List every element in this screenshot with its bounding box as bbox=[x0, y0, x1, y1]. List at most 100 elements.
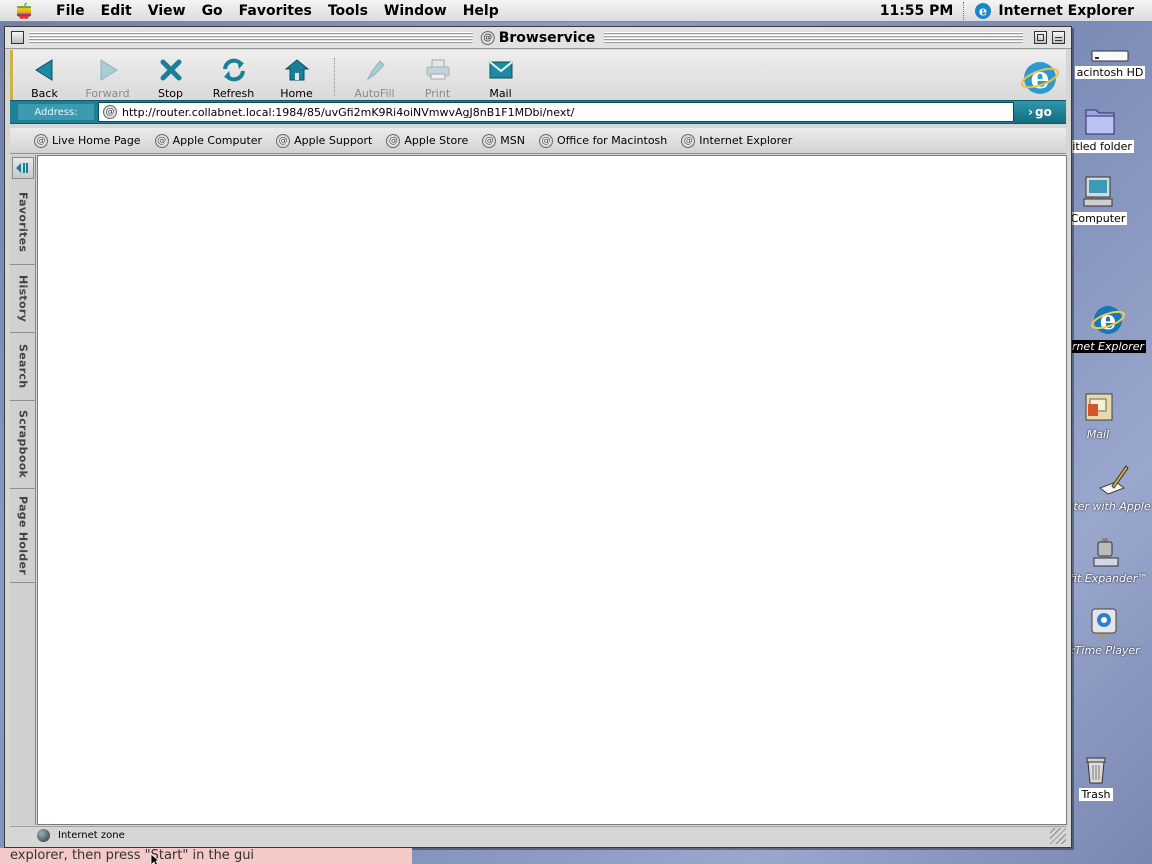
home-icon bbox=[283, 56, 311, 84]
hard-disk-icon bbox=[1091, 50, 1129, 62]
window-title-bar[interactable]: @ Browservice bbox=[5, 27, 1071, 49]
caption-text: explorer, then press "Start" in the gui bbox=[0, 848, 412, 864]
tab-scrapbook[interactable]: Scrapbook bbox=[10, 401, 36, 489]
at-icon: @ bbox=[34, 133, 48, 148]
favorite-link-label: Internet Explorer bbox=[699, 134, 793, 147]
favorites-bar: @ Live Home Page @ Apple Computer @ Appl… bbox=[10, 128, 1066, 154]
svg-text:e: e bbox=[1100, 306, 1117, 336]
internet-explorer-logo-icon[interactable]: e bbox=[1020, 58, 1060, 102]
menu-favorites[interactable]: Favorites bbox=[231, 0, 320, 22]
go-button[interactable]: › go bbox=[1014, 101, 1066, 123]
menu-edit[interactable]: Edit bbox=[93, 0, 140, 22]
menu-window[interactable]: Window bbox=[376, 0, 455, 22]
favorite-link[interactable]: @ Office for Macintosh bbox=[538, 133, 668, 148]
active-app-name: Internet Explorer bbox=[998, 2, 1134, 19]
page-content-area[interactable] bbox=[37, 155, 1067, 825]
favorite-link[interactable]: @ Internet Explorer bbox=[681, 133, 793, 148]
go-chevron-icon: › bbox=[1028, 105, 1034, 119]
address-url-text: http://router.collabnet.local:1984/85/uv… bbox=[122, 105, 575, 119]
svg-text:e: e bbox=[979, 4, 987, 19]
refresh-button-label: Refresh bbox=[212, 87, 255, 100]
favorite-link-label: Apple Support bbox=[294, 134, 373, 147]
computer-icon bbox=[1083, 176, 1113, 207]
tab-scrapbook-label: Scrapbook bbox=[16, 410, 30, 479]
menu-clock[interactable]: 11:55 PM bbox=[870, 3, 964, 19]
quicktime-icon bbox=[1091, 608, 1117, 638]
window-collapse-button[interactable] bbox=[1052, 31, 1065, 44]
tab-history-label: History bbox=[16, 274, 30, 323]
svg-text:e: e bbox=[1030, 61, 1049, 96]
favorite-link-label: Apple Store bbox=[404, 134, 469, 147]
window-title: @ Browservice bbox=[472, 28, 604, 48]
register-pen-icon bbox=[1098, 465, 1129, 495]
desktop-icon-quicktime[interactable]: kTime Player bbox=[1062, 606, 1146, 657]
application-menu[interactable]: e Internet Explorer bbox=[964, 2, 1152, 20]
home-button-label: Home bbox=[280, 87, 313, 100]
favorite-link-label: MSN bbox=[500, 134, 525, 147]
menu-bar-right: 11:55 PM e Internet Explorer bbox=[870, 0, 1152, 22]
mail-envelope-icon bbox=[487, 56, 515, 84]
favorite-link[interactable]: @ Apple Computer bbox=[154, 133, 263, 148]
stop-x-icon bbox=[157, 56, 185, 84]
favorite-link-label: Apple Computer bbox=[172, 134, 263, 147]
tab-page-holder-label: Page Holder bbox=[16, 496, 30, 575]
menu-view[interactable]: View bbox=[140, 0, 194, 22]
desktop-icon-label: ffit Expander™ bbox=[1066, 572, 1148, 585]
window-zoom-button[interactable] bbox=[1034, 31, 1047, 44]
menu-file[interactable]: File bbox=[48, 0, 93, 22]
autofill-button-label: AutoFill bbox=[354, 87, 395, 100]
internet-explorer-icon: e bbox=[1090, 306, 1126, 336]
favorite-link[interactable]: @ MSN bbox=[482, 133, 525, 148]
menu-help[interactable]: Help bbox=[455, 0, 507, 22]
window-close-button[interactable] bbox=[11, 31, 24, 44]
menu-bar: File Edit View Go Favorites Tools Window… bbox=[0, 0, 1152, 22]
favorite-link[interactable]: @ Live Home Page bbox=[34, 133, 141, 148]
go-button-label: go bbox=[1035, 105, 1052, 119]
at-icon: @ bbox=[276, 133, 291, 148]
explorer-sidebar: Favorites History Search Scrapbook Page … bbox=[10, 155, 36, 825]
desktop-icon-label: ter with Apple bbox=[1073, 500, 1151, 513]
address-input[interactable]: @ http://router.collabnet.local:1984/85/… bbox=[98, 102, 1014, 122]
internet-explorer-icon: e bbox=[975, 2, 992, 19]
favorite-link[interactable]: @ Apple Support bbox=[276, 133, 373, 148]
explorer-bar-toggle-button[interactable] bbox=[12, 157, 34, 179]
at-icon: @ bbox=[386, 133, 401, 148]
menu-tools[interactable]: Tools bbox=[320, 0, 376, 22]
tab-favorites[interactable]: Favorites bbox=[10, 181, 36, 265]
desktop-icon-label: acintosh HD bbox=[1074, 66, 1146, 79]
desktop-icon-hard-disk[interactable]: acintosh HD bbox=[1068, 48, 1152, 79]
browser-window: @ Browservice Back Forward Stop Refresh … bbox=[4, 26, 1072, 848]
back-arrow-icon bbox=[31, 56, 59, 84]
tab-favorites-label: Favorites bbox=[16, 192, 30, 253]
mouse-pointer-icon bbox=[150, 852, 161, 864]
desktop-icon-internet-explorer[interactable]: e rnet Explorer bbox=[1066, 302, 1150, 353]
autofill-pen-icon bbox=[361, 56, 389, 84]
favorite-link-label: Office for Macintosh bbox=[556, 134, 668, 147]
page-at-icon: @ bbox=[480, 31, 495, 45]
desktop-icon-label: kTime Player bbox=[1068, 644, 1140, 657]
at-icon: @ bbox=[681, 133, 696, 148]
tab-page-holder[interactable]: Page Holder bbox=[10, 489, 36, 583]
mail-button-label: Mail bbox=[489, 87, 512, 100]
folder-icon bbox=[1085, 109, 1115, 135]
at-icon: @ bbox=[482, 133, 497, 148]
desktop-icon-register[interactable]: ter with Apple bbox=[1070, 462, 1152, 513]
tab-search-label: Search bbox=[16, 344, 30, 389]
tab-search[interactable]: Search bbox=[10, 333, 36, 401]
apple-menu-icon[interactable] bbox=[0, 2, 48, 20]
desktop-icon-stuffit[interactable]: ffit Expander™ bbox=[1064, 534, 1148, 585]
favorite-link-label: Live Home Page bbox=[52, 134, 141, 147]
stop-button-label: Stop bbox=[157, 87, 183, 100]
stuffit-expander-icon bbox=[1093, 538, 1119, 567]
status-bar: Internet zone bbox=[10, 826, 1066, 844]
mail-icon bbox=[1085, 393, 1113, 421]
back-button-label: Back bbox=[31, 87, 58, 100]
address-bar: Address: @ http://router.collabnet.local… bbox=[10, 100, 1066, 124]
tab-history[interactable]: History bbox=[10, 265, 36, 333]
trash-icon bbox=[1086, 757, 1106, 784]
favorite-link[interactable]: @ Apple Store bbox=[386, 133, 469, 148]
window-resize-handle[interactable] bbox=[1050, 828, 1066, 844]
desktop-icon-label: Mail bbox=[1086, 428, 1110, 441]
url-at-icon: @ bbox=[103, 105, 117, 119]
menu-go[interactable]: Go bbox=[194, 0, 231, 22]
